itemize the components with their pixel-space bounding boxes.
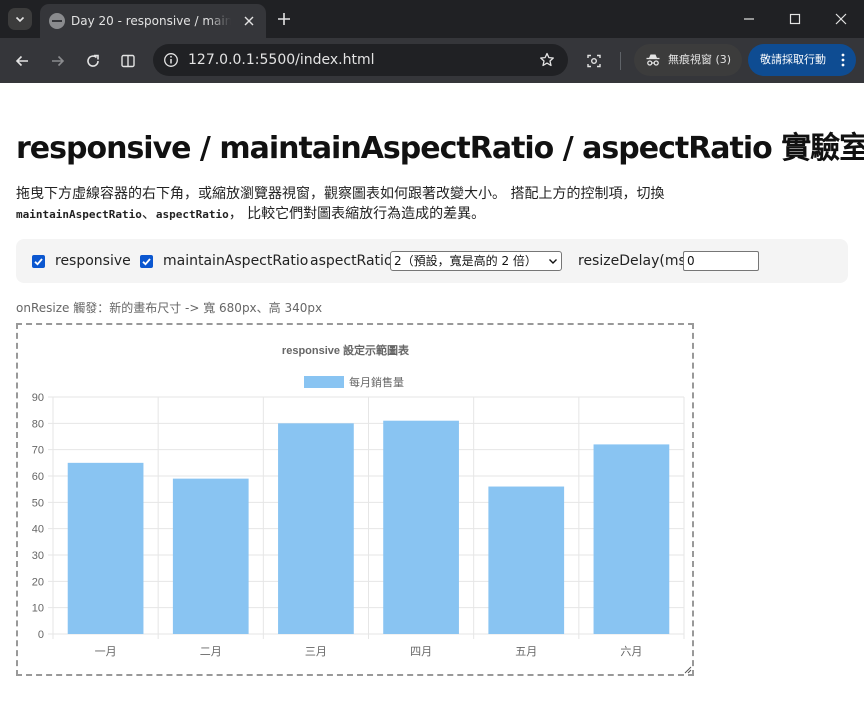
resize-delay-label: resizeDelay(ms) (578, 253, 692, 269)
desc-text-1: 拖曳下方虛線容器的右下角，或縮放瀏覽器視窗，觀察圖表如何跟著改變大小。 搭配上方… (16, 186, 665, 202)
incognito-label: 無痕視窗 (3) (668, 53, 732, 66)
minimize-button[interactable] (726, 0, 772, 38)
resize-delay-input[interactable]: 0 (683, 251, 759, 271)
x-tick-label: 五月 (515, 646, 537, 658)
check-icon (142, 257, 151, 266)
tab-title: Day 20 - responsive / maintainAspectRati… (71, 14, 231, 28)
desc-text-2: ， 比較它們對圖表縮放行為造成的差異。 (228, 206, 486, 222)
chevron-down-icon (549, 259, 557, 264)
arrow-right-icon (52, 55, 65, 67)
y-tick-label: 30 (32, 550, 44, 562)
reload-button[interactable] (81, 49, 105, 73)
incognito-indicator[interactable]: 無痕視窗 (3) (634, 44, 742, 76)
bar-chart: responsive 設定示範圖表每月銷售量 0 10 20 30 40 50 60 70 80 9… (32, 343, 685, 658)
check-icon (34, 257, 43, 266)
split-view-icon (121, 54, 135, 68)
window-close-button[interactable] (818, 0, 864, 38)
maximize-icon (789, 13, 801, 25)
browser-toolbar: 127.0.0.1:5500/index.html 無痕視窗 (3) 敬請採取行… (0, 38, 864, 83)
maintain-aspect-label[interactable]: maintainAspectRatio (163, 253, 308, 269)
page-title: responsive / maintainAspectRatio / aspec… (16, 131, 864, 166)
desc-code-aspect: aspectRatio (155, 208, 229, 221)
close-icon (244, 16, 254, 26)
lens-button[interactable] (582, 49, 606, 73)
legend-swatch (304, 376, 344, 388)
y-tick-label: 40 (32, 524, 44, 536)
address-bar[interactable]: 127.0.0.1:5500/index.html (153, 44, 568, 76)
responsive-label[interactable]: responsive (55, 253, 131, 269)
take-action-label: 敬請採取行動 (760, 53, 826, 66)
bar (67, 462, 144, 634)
x-tick-label: 四月 (410, 646, 432, 658)
x-tick-label: 二月 (200, 646, 222, 658)
tab-search-button[interactable] (8, 8, 32, 30)
back-button[interactable] (10, 49, 34, 73)
incognito-icon (644, 51, 662, 69)
controls-panel: responsive maintainAspectRatio aspectRat… (16, 239, 848, 283)
aspect-ratio-selected: 2（預設，寬是高的 2 倍） (394, 254, 537, 268)
new-tab-button[interactable] (274, 9, 294, 29)
bar (593, 444, 670, 634)
maintain-control[interactable]: maintainAspectRatio (140, 239, 308, 283)
site-info-icon[interactable] (162, 51, 180, 69)
chevron-down-icon (15, 16, 25, 23)
minimize-icon (744, 18, 754, 20)
y-tick-label: 0 (38, 629, 44, 641)
maintain-aspect-checkbox[interactable] (140, 254, 153, 268)
x-tick-label: 六月 (620, 645, 642, 658)
plus-icon (278, 13, 290, 25)
more-vertical-icon[interactable] (838, 52, 848, 68)
take-action-button[interactable]: 敬請採取行動 (748, 44, 856, 76)
bar (172, 478, 249, 634)
arrow-left-icon (15, 55, 28, 67)
chart-title: responsive 設定示範圖表 (282, 343, 410, 357)
browser-chrome: Day 20 - responsive / maintainAspectRati… (0, 0, 864, 83)
split-view-button[interactable] (116, 49, 140, 73)
url-text[interactable]: 127.0.0.1:5500/index.html (188, 51, 375, 69)
resize-info-text: onResize 觸發：新的畫布尺寸 -> 寬 680px、高 340px (16, 301, 323, 315)
chart-container[interactable]: responsive 設定示範圖表每月銷售量 0 10 20 30 40 50 60 70 80 9… (16, 323, 694, 676)
y-tick-label: 10 (32, 603, 44, 615)
y-tick-label: 20 (32, 576, 44, 588)
lens-icon (587, 54, 601, 68)
y-tick-label: 50 (32, 497, 44, 509)
y-tick-label: 60 (32, 471, 44, 483)
x-tick-label: 一月 (95, 646, 117, 658)
maximize-button[interactable] (772, 0, 818, 38)
y-tick-label: 70 (32, 445, 44, 457)
bar (278, 423, 354, 634)
close-icon (835, 13, 847, 25)
bar (488, 486, 565, 634)
forward-button[interactable] (46, 49, 70, 73)
globe-icon (49, 13, 65, 29)
y-tick-label: 90 (32, 392, 44, 404)
aspect-ratio-label: aspectRatio (310, 253, 393, 269)
x-tick-label: 三月 (305, 646, 327, 658)
toolbar-divider (620, 52, 621, 70)
resize-handle-icon[interactable] (682, 664, 692, 674)
page-description: 拖曳下方虛線容器的右下角，或縮放瀏覽器視窗，觀察圖表如何跟著改變大小。 搭配上方… (16, 184, 776, 225)
bookmark-star-icon[interactable] (538, 51, 556, 69)
reload-icon (87, 54, 99, 67)
aspect-ratio-select[interactable]: 2（預設，寬是高的 2 倍） (390, 251, 562, 271)
tab-strip: Day 20 - responsive / maintainAspectRati… (0, 0, 864, 38)
bar (383, 420, 459, 634)
responsive-checkbox[interactable] (32, 254, 45, 268)
browser-tab[interactable]: Day 20 - responsive / maintainAspectRati… (40, 4, 266, 38)
page-content: responsive / maintainAspectRatio / aspec… (0, 83, 864, 720)
responsive-control[interactable]: responsive (32, 239, 131, 283)
y-tick-label: 80 (32, 418, 44, 430)
tab-close-button[interactable] (240, 12, 258, 30)
desc-separator: 、 (141, 206, 156, 222)
legend-label: 每月銷售量 (349, 375, 404, 389)
desc-code-maintain: maintainAspectRatio (16, 208, 142, 221)
